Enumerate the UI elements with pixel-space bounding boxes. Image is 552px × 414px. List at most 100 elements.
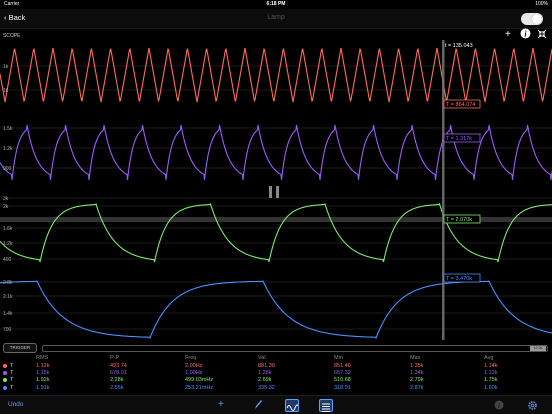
column-header: RMS <box>36 355 49 361</box>
channel-color-dot <box>3 385 7 390</box>
svg-text:i: i <box>498 402 500 410</box>
bottom-toolbar: Undo + i <box>0 395 552 414</box>
measurement-value: 1.00Hz <box>185 370 203 377</box>
cursor-value-text: T = 864.074 <box>446 102 475 108</box>
y-tick-label: 700 <box>3 327 12 333</box>
scroll-thumb[interactable]: 10.0s <box>530 346 546 351</box>
measurement-value: 1.35k <box>410 363 424 369</box>
plus-icon: + <box>218 399 224 410</box>
measurement-value: 1.12k <box>36 363 50 369</box>
info-icon: i <box>520 28 531 39</box>
channel-1-waveform <box>0 47 552 103</box>
channel-color-dot <box>3 371 7 376</box>
measurement-value: 1.91k <box>36 384 50 391</box>
cursor-value-box: T = 864.074 <box>443 99 481 109</box>
measurement-value: 2.87k <box>410 384 424 391</box>
measurement-value: 2.79k <box>410 377 424 384</box>
status-bar: Carrier 6:18 PM 100% <box>0 0 552 9</box>
y-tick-label: 2.1k <box>3 294 13 300</box>
measurement-value: 657.32 <box>334 370 351 377</box>
collapse-icon <box>537 29 547 39</box>
column-header: Max <box>410 355 421 361</box>
gear-icon <box>528 401 537 410</box>
y-tick-label: 900 <box>3 166 12 172</box>
measurement-value: 1.34k <box>410 370 424 377</box>
pause-icon <box>269 186 279 198</box>
measurement-value: 1.60k <box>484 384 498 391</box>
channel-2-waveform <box>0 124 552 181</box>
cursor-value-box: T = 3.470k <box>443 273 481 283</box>
measurement-row[interactable]: T 1.12k 493.74 2.00Hz 881.30 851.46 1.35k 1.14k <box>0 363 552 370</box>
measurement-value: 1.15k <box>36 370 50 377</box>
channel-4-waveform <box>0 280 552 340</box>
y-tick-label: 1k <box>3 64 9 70</box>
trigger-button[interactable]: TRIGGER <box>3 343 37 353</box>
y-tick-label: 400 <box>3 257 12 263</box>
channel-label: T <box>10 384 14 391</box>
y-tick-label: 1.2k <box>3 241 13 247</box>
measurement-value: 499.03mHz <box>185 377 214 384</box>
list-button[interactable] <box>319 399 333 412</box>
cursor-time-readout: t = 135.043 <box>445 43 473 49</box>
channel-color-dot <box>3 378 7 383</box>
channel-label: T <box>10 363 14 369</box>
add-channel-button[interactable]: + <box>218 399 224 410</box>
measurement-value: 2.28k <box>110 377 124 384</box>
cursor-value-text: T = 3.470k <box>446 276 472 282</box>
settings-button[interactable] <box>527 400 538 414</box>
cursor-value-box: T = 1.317k <box>443 133 481 143</box>
cursor-value-text: T = 1.317k <box>446 136 472 142</box>
y-tick-label: 2k <box>3 204 9 210</box>
channel-color-dot <box>3 364 7 368</box>
nav-bar: ‹ Back Lamp <box>0 9 552 29</box>
toggle-switch[interactable] <box>521 13 543 25</box>
column-header: P-P <box>110 355 120 361</box>
column-header: Min <box>334 355 343 361</box>
list-icon <box>322 403 330 412</box>
add-button[interactable]: + <box>505 29 511 40</box>
cursor-value-box: T = 2.070k <box>443 214 481 224</box>
pencil-icon <box>255 400 262 409</box>
channel-3-waveform <box>0 202 552 263</box>
scope-display[interactable]: 1k 1k 1.5k 1.2k 900 3k 2k 1.6k 1.2k 400 2.8k 2.1k 1.… <box>0 40 552 340</box>
measurement-row[interactable]: T 1.15k 678.01 1.00Hz 1.28k 657.32 1.34k 1.12k <box>0 370 552 377</box>
measurement-value: 1.28k <box>258 370 272 377</box>
column-header: Avg <box>484 355 494 361</box>
measurement-row[interactable]: T 1.91k 2.55k 253.21mHz 335.32 318.91 2.87k 1.6… <box>0 385 552 392</box>
measurement-value: 318.91 <box>334 384 351 391</box>
measurements-header: RMS P-P Freq. Val Min Max Avg <box>0 355 552 362</box>
undo-button[interactable]: Undo <box>8 401 24 408</box>
y-tick-label: 1.2k <box>3 146 13 152</box>
measurement-value: 335.32 <box>258 384 275 391</box>
measurement-value: 1.75k <box>484 377 498 384</box>
timeline-scrollbar[interactable]: 10.0s <box>42 345 548 352</box>
y-tick-label: 1.5k <box>3 126 13 132</box>
measurement-value: 510.68 <box>334 377 351 384</box>
y-tick-label: 2.8k <box>3 280 13 286</box>
page-title: Lamp <box>267 14 285 21</box>
y-tick-label: 1.4k <box>3 311 13 317</box>
y-tick-label: 1.6k <box>3 226 13 232</box>
measurement-value: 2.00Hz <box>185 363 203 369</box>
measurement-value: 253.21mHz <box>185 384 214 391</box>
toggle-knob <box>532 14 542 24</box>
measurement-value: 881.30 <box>258 363 275 369</box>
waveform-button[interactable] <box>285 399 299 412</box>
cursor-value-text: T = 2.070k <box>446 217 472 223</box>
info-toolbar-button[interactable]: i <box>494 400 504 413</box>
column-header: Val <box>258 355 266 361</box>
measurement-value: 2.69k <box>258 377 272 384</box>
pencil-button[interactable] <box>253 399 263 414</box>
scope-label: SCOPE <box>3 33 21 39</box>
measurement-value: 1.12k <box>484 370 498 377</box>
measurement-value: 851.46 <box>334 363 351 369</box>
battery-indicator: 100% <box>535 1 548 7</box>
column-header: Freq. <box>185 355 198 361</box>
measurement-value: 493.74 <box>110 363 127 369</box>
time-cursor <box>442 40 445 340</box>
measurement-value: 2.55k <box>110 384 124 391</box>
measurement-row[interactable]: T 1.92k 2.28k 499.03mHz 2.69k 510.68 2.79k 1.75… <box>0 377 552 384</box>
measurement-value: 678.01 <box>110 370 127 377</box>
waveform-icon <box>286 404 299 411</box>
channel-label: T <box>10 377 14 384</box>
